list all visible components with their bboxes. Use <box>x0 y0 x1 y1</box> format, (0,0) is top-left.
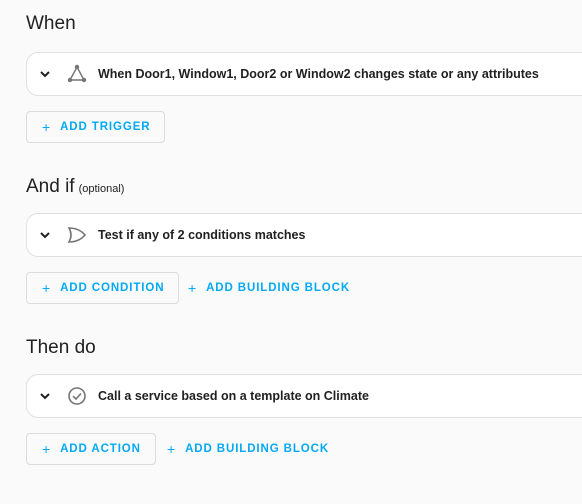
action-card-label: Call a service based on a template on Cl… <box>98 389 369 403</box>
trigger-card-label: When Door1, Window1, Door2 or Window2 ch… <box>98 67 539 81</box>
add-trigger-label: ADD TRIGGER <box>60 121 151 133</box>
add-condition-label: ADD CONDITION <box>60 282 165 294</box>
condition-card[interactable]: Test if any of 2 conditions matches <box>26 213 582 257</box>
add-building-block-button[interactable]: + ADD BUILDING BLOCK <box>188 272 350 304</box>
add-action-label: ADD ACTION <box>60 443 141 455</box>
plus-icon: + <box>42 119 52 135</box>
plus-icon: + <box>167 441 177 457</box>
add-building-block-label: ADD BUILDING BLOCK <box>206 282 351 294</box>
trigger-state-icon <box>66 63 88 85</box>
check-circle-icon <box>66 385 88 407</box>
triggers-title: When <box>26 13 76 34</box>
chevron-down-icon[interactable] <box>39 68 51 80</box>
or-gate-icon <box>66 224 88 246</box>
add-building-block-label: ADD BUILDING BLOCK <box>185 443 330 455</box>
chevron-down-icon[interactable] <box>39 390 51 402</box>
conditions-title: And if (optional) <box>26 176 125 197</box>
add-condition-button[interactable]: + ADD CONDITION <box>26 272 180 304</box>
plus-icon: + <box>188 280 198 296</box>
plus-icon: + <box>42 280 52 296</box>
add-building-block-button[interactable]: + ADD BUILDING BLOCK <box>167 433 329 465</box>
condition-card-label: Test if any of 2 conditions matches <box>98 228 306 242</box>
trigger-card[interactable]: When Door1, Window1, Door2 or Window2 ch… <box>26 52 582 96</box>
action-card[interactable]: Call a service based on a template on Cl… <box>26 374 582 418</box>
add-action-button[interactable]: + ADD ACTION <box>26 433 156 465</box>
conditions-optional-label: (optional) <box>78 183 125 195</box>
add-trigger-button[interactable]: + ADD TRIGGER <box>26 111 166 143</box>
plus-icon: + <box>42 441 52 457</box>
actions-title: Then do <box>26 337 96 358</box>
chevron-down-icon[interactable] <box>39 229 51 241</box>
